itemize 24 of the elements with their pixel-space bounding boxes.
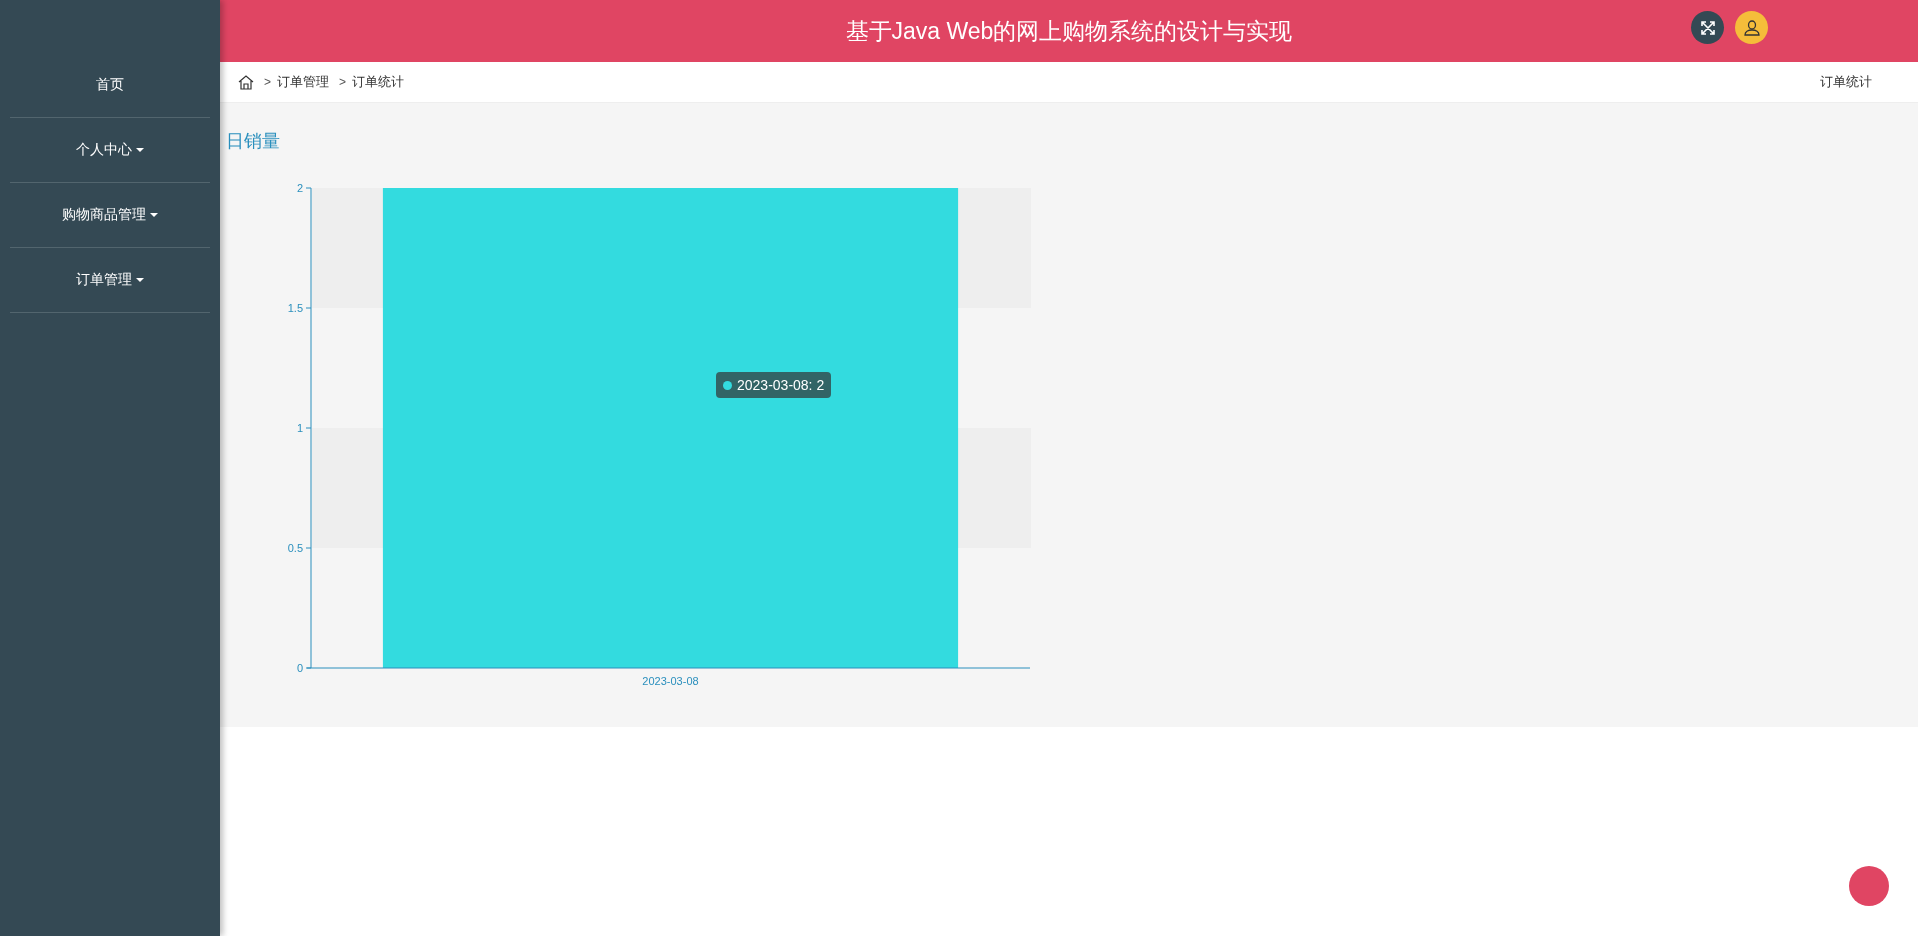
sidebar-item[interactable]: 购物商品管理 bbox=[62, 206, 158, 224]
sidebar-item[interactable]: 首页 bbox=[96, 76, 124, 94]
x-tick-label: 2023-03-08 bbox=[642, 675, 699, 687]
breadcrumb-separator: > bbox=[264, 75, 271, 89]
chart-title: 日销量 bbox=[226, 130, 280, 153]
sidebar-item[interactable]: 个人中心 bbox=[76, 141, 144, 159]
fullscreen-button[interactable] bbox=[1691, 11, 1724, 44]
home-icon[interactable] bbox=[238, 74, 254, 90]
breadcrumb-separator: > bbox=[339, 75, 347, 89]
breadcrumb-item[interactable]: 订单管理 bbox=[277, 73, 329, 91]
user-icon bbox=[1742, 18, 1761, 37]
y-tick-label: 0.5 bbox=[287, 542, 303, 554]
user-button[interactable] bbox=[1735, 11, 1768, 44]
y-tick-label: 1 bbox=[296, 422, 303, 434]
y-tick-label: 1.5 bbox=[287, 302, 303, 314]
sidebar-item[interactable]: 订单管理 bbox=[76, 271, 144, 289]
page-header-title: 基于Java Web的网上购物系统的设计与实现 bbox=[845, 16, 1293, 46]
expand-arrows-icon bbox=[1699, 19, 1716, 36]
floating-action-button[interactable] bbox=[1849, 866, 1889, 906]
chart-tooltip: 2023-03-08: 2 bbox=[716, 372, 832, 398]
y-tick-label: 2 bbox=[296, 182, 303, 194]
y-tick-label: 0 bbox=[296, 662, 303, 674]
page-title: 订单统计 bbox=[1820, 73, 1872, 91]
breadcrumb-item[interactable]: 订单统计 bbox=[352, 73, 405, 91]
